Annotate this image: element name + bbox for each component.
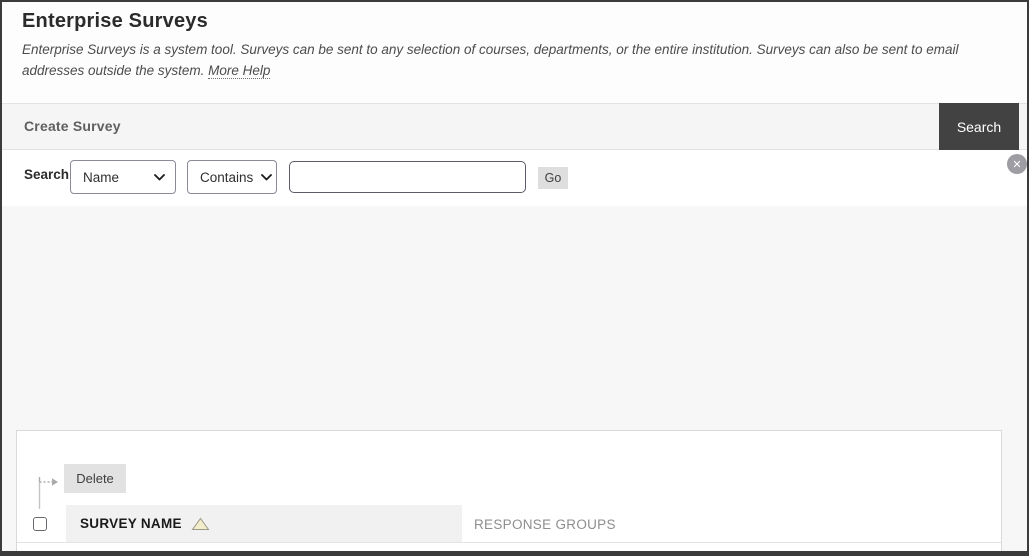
page-description-text: Enterprise Surveys is a system tool. Sur… bbox=[22, 42, 958, 78]
search-label: Search bbox=[24, 167, 69, 182]
search-button[interactable]: Search bbox=[939, 103, 1019, 150]
chevron-down-icon bbox=[154, 174, 165, 181]
delete-button-top[interactable]: Delete bbox=[64, 464, 126, 493]
search-field-select[interactable]: Name bbox=[70, 160, 176, 194]
select-all-checkbox[interactable] bbox=[33, 517, 47, 531]
content-background: Delete SURVEY NAME RESPONSE GROUPS Instr… bbox=[2, 206, 1027, 551]
close-search-icon[interactable]: ✕ bbox=[1007, 154, 1027, 174]
search-input[interactable] bbox=[289, 161, 526, 193]
chevron-down-icon bbox=[261, 174, 272, 181]
action-bar: Create Survey Search bbox=[2, 103, 1027, 150]
sort-ascending-icon bbox=[191, 517, 210, 531]
search-operator-select[interactable]: Contains bbox=[187, 160, 277, 194]
surveys-table-container: Delete SURVEY NAME RESPONSE GROUPS Instr… bbox=[16, 430, 1002, 551]
page-title: Enterprise Surveys bbox=[22, 10, 208, 33]
more-help-link[interactable]: More Help bbox=[208, 63, 270, 79]
table-row: Instructor Satisfaction 2023 Your chance… bbox=[17, 543, 1001, 556]
table-header-row: SURVEY NAME RESPONSE GROUPS bbox=[17, 505, 1001, 543]
search-operator-selected-value: Contains bbox=[200, 170, 253, 185]
column-header-survey-name[interactable]: SURVEY NAME bbox=[80, 516, 210, 531]
search-panel: Search Name Contains Go bbox=[2, 150, 1027, 206]
page-description: Enterprise Surveys is a system tool. Sur… bbox=[22, 39, 992, 81]
page-header: Enterprise Surveys Enterprise Surveys is… bbox=[2, 2, 1027, 103]
go-button[interactable]: Go bbox=[538, 167, 568, 189]
column-header-response-groups: RESPONSE GROUPS bbox=[474, 517, 616, 532]
enterprise-surveys-window: Enterprise Surveys Enterprise Surveys is… bbox=[0, 0, 1029, 556]
search-field-selected-value: Name bbox=[83, 170, 119, 185]
create-survey-button[interactable]: Create Survey bbox=[24, 104, 121, 149]
